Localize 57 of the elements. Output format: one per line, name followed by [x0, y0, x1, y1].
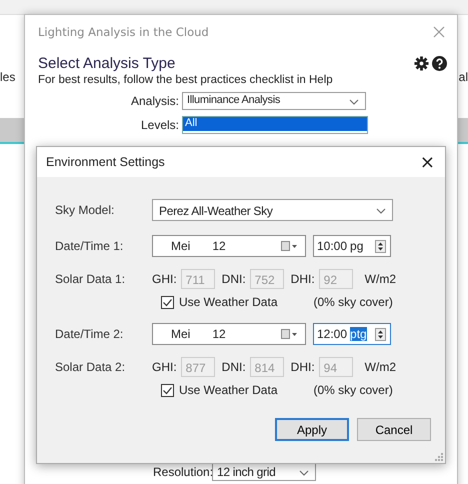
unit-text: W/m2 [364, 272, 396, 286]
dhi-field: 94 [318, 357, 353, 377]
chevron-down-icon [299, 470, 309, 476]
field-label: GHI: [152, 272, 177, 286]
help-icon[interactable] [432, 56, 447, 71]
checkbox-label[interactable]: Use Weather Data [179, 295, 278, 309]
field-label: Date/Time 2: [55, 327, 124, 341]
window-title: Lighting Analysis in the Cloud [38, 25, 209, 39]
calendar-icon[interactable] [281, 329, 297, 339]
time-field[interactable]: 12:00 ptg [313, 323, 391, 345]
field-label: Solar Data 2: [55, 360, 126, 374]
dialog-button[interactable]: Apply [275, 418, 349, 441]
time-field[interactable]: 10:00 pg [313, 235, 391, 257]
analysis-dropdown[interactable]: Illuminance Analysis [182, 92, 366, 110]
spinner-icon[interactable] [375, 240, 386, 253]
sky-model-dropdown[interactable]: Perez All-Weather Sky [152, 199, 393, 221]
field-label: Date/Time 1: [55, 239, 124, 253]
calendar-icon[interactable] [281, 241, 297, 251]
date-picker[interactable]: Mei 12 [152, 323, 306, 345]
dni-field: 752 [250, 269, 284, 289]
field-label: GHI: [152, 360, 177, 374]
list-item[interactable]: All [183, 117, 367, 131]
field-label: Analysis: [130, 94, 180, 108]
ghi-field: 711 [180, 269, 215, 289]
sky-cover-text: (0% sky cover) [314, 295, 393, 309]
unit-text: W/m2 [364, 360, 396, 374]
settings-icon[interactable] [414, 56, 429, 71]
field-label: DHI: [290, 360, 315, 374]
field-label: Resolution: [152, 465, 212, 479]
field-label: Solar Data 1: [55, 272, 126, 286]
background-text: al [458, 70, 468, 84]
field-label: Levels: [140, 118, 180, 132]
checkbox[interactable] [161, 384, 174, 396]
checkbox-label[interactable]: Use Weather Data [179, 383, 278, 397]
field-label: DNI: [222, 360, 246, 374]
chevron-down-icon [376, 208, 386, 214]
help-text: For best results, follow the best practices checklist in Help [38, 74, 334, 86]
date-picker[interactable]: Mei 12 [152, 235, 306, 257]
resize-grip-icon[interactable] [435, 453, 443, 461]
dhi-field: 92 [318, 269, 353, 289]
field-label: Sky Model: [55, 203, 116, 217]
checkbox[interactable] [161, 296, 174, 308]
dialog-heading: Select Analysis Type [38, 55, 176, 72]
field-label: DNI: [222, 272, 246, 286]
resolution-dropdown[interactable]: 12 inch grid [212, 463, 316, 481]
chevron-down-icon [349, 99, 359, 105]
dialog-button[interactable]: Cancel [357, 418, 431, 441]
sky-cover-text: (0% sky cover) [314, 383, 393, 397]
background-text: les [0, 70, 16, 84]
close-button[interactable]: × [410, 152, 445, 172]
window-title: Environment Settings [46, 155, 165, 169]
levels-list[interactable]: All [182, 116, 368, 134]
close-icon[interactable] [433, 26, 445, 38]
field-label: DHI: [290, 272, 315, 286]
ghi-field: 877 [180, 357, 215, 377]
spinner-icon[interactable] [375, 328, 386, 341]
dni-field: 814 [250, 357, 284, 377]
